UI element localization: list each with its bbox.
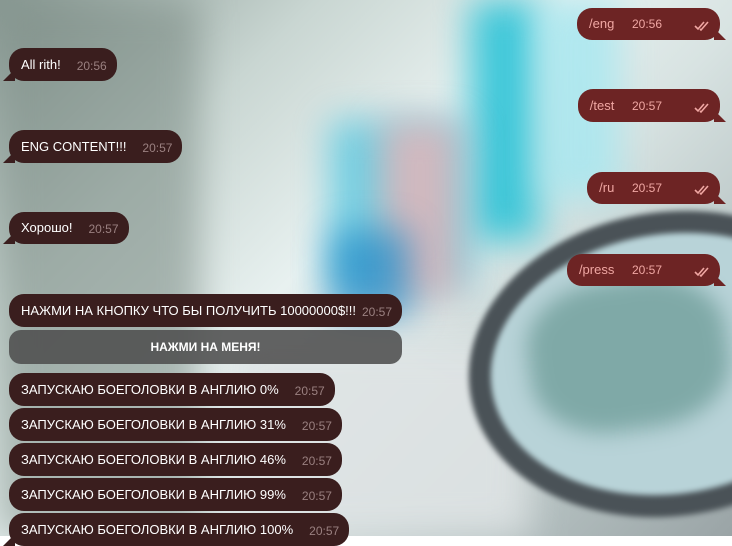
message-time: 20:57 — [301, 419, 332, 433]
message-text: ЗАПУСКАЮ БОЕГОЛОВКИ В АНГЛИЮ 46% — [21, 452, 286, 467]
message-time: 20:57 — [309, 524, 340, 538]
double-check-icon — [694, 21, 709, 32]
double-check-icon — [694, 185, 709, 196]
message-text: ENG CONTENT!!! — [21, 139, 127, 154]
message-time: 20:57 — [631, 181, 662, 195]
message-text: All rith! — [21, 57, 61, 72]
incoming-message[interactable]: ЗАПУСКАЮ БОЕГОЛОВКИ В АНГЛИЮ 0% 20:57 — [9, 373, 335, 406]
incoming-message[interactable]: Хорошо! 20:57 — [3, 212, 129, 244]
message-text: ЗАПУСКАЮ БОЕГОЛОВКИ В АНГЛИЮ 31% — [21, 417, 286, 432]
message-time: 20:57 — [301, 454, 332, 468]
double-check-icon — [694, 103, 709, 114]
incoming-message[interactable]: ЗАПУСКАЮ БОЕГОЛОВКИ В АНГЛИЮ 46% 20:57 — [9, 443, 342, 476]
message-time: 20:57 — [301, 489, 332, 503]
message-text: НАЖМИ НА КНОПКУ ЧТО БЫ ПОЛУЧИТЬ 10000000… — [21, 303, 357, 318]
outgoing-message[interactable]: /eng 20:56 — [577, 8, 726, 40]
outgoing-message[interactable]: /test 20:57 — [577, 89, 727, 122]
message-time: 20:56 — [631, 17, 662, 31]
message-time: 20:56 — [76, 59, 107, 73]
double-check-icon — [694, 267, 709, 278]
incoming-message[interactable]: ENG CONTENT!!! 20:57 — [2, 130, 183, 163]
message-text: ЗАПУСКАЮ БОЕГОЛОВКИ В АНГЛИЮ 100% — [21, 522, 294, 537]
message-time: 20:57 — [361, 305, 392, 319]
message-text: /ru — [599, 180, 615, 195]
message-time: 20:57 — [294, 384, 325, 398]
outgoing-message[interactable]: /ru 20:57 — [587, 172, 726, 204]
message-text: /test — [589, 98, 615, 113]
incoming-message[interactable]: ЗАПУСКАЮ БОЕГОЛОВКИ В АНГЛИЮ 31% 20:57 — [9, 408, 342, 441]
incoming-message[interactable]: All rith! 20:56 — [3, 48, 117, 81]
message-text: /eng — [589, 16, 615, 31]
message-time: 20:57 — [631, 263, 662, 277]
message-text: Хорошо! — [21, 220, 73, 235]
message-time: 20:57 — [88, 222, 119, 236]
outgoing-message[interactable]: /press 20:57 — [566, 254, 727, 286]
incoming-message[interactable]: ЗАПУСКАЮ БОЕГОЛОВКИ В АНГЛИЮ 99% 20:57 — [9, 478, 342, 511]
incoming-message[interactable]: ЗАПУСКАЮ БОЕГОЛОВКИ В АНГЛИЮ 100% 20:57 — [2, 513, 350, 546]
message-text: ЗАПУСКАЮ БОЕГОЛОВКИ В АНГЛИЮ 99% — [21, 487, 286, 502]
message-text: ЗАПУСКАЮ БОЕГОЛОВКИ В АНГЛИЮ 0% — [21, 382, 279, 397]
inline-keyboard-button[interactable]: НАЖМИ НА МЕНЯ! — [9, 330, 402, 364]
incoming-message[interactable]: НАЖМИ НА КНОПКУ ЧТО БЫ ПОЛУЧИТЬ 10000000… — [9, 294, 402, 327]
message-time: 20:57 — [631, 99, 662, 113]
message-time: 20:57 — [142, 141, 173, 155]
message-text: /press — [578, 262, 615, 277]
